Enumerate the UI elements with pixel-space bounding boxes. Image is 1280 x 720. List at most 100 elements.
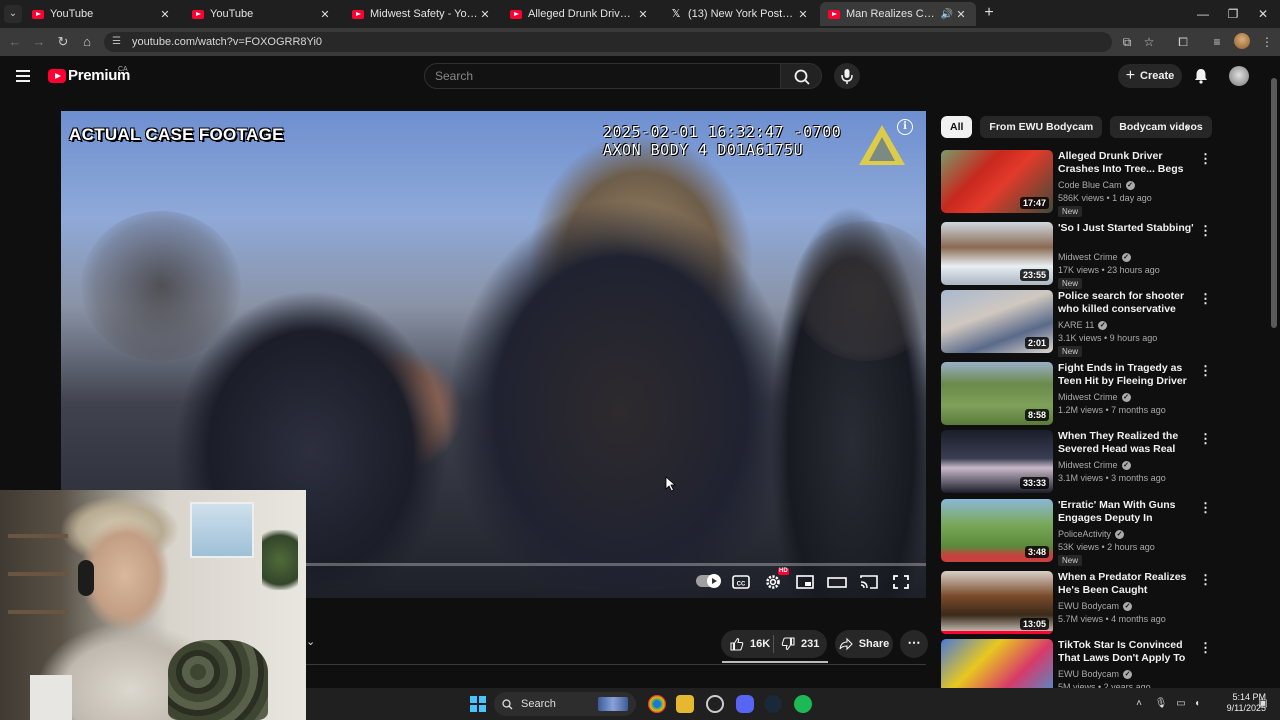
minimize-icon[interactable]: — <box>1188 4 1218 24</box>
more-options-icon[interactable]: ⋮ <box>1199 224 1212 238</box>
channel-name[interactable]: Midwest Crime ✓ <box>1058 460 1131 470</box>
scrollbar-thumb[interactable] <box>1271 78 1277 328</box>
address-bar[interactable]: ☰ youtube.com/watch?v=FOXOGRR8Yi0 <box>104 32 1112 52</box>
search-button[interactable] <box>780 63 822 89</box>
channel-name[interactable]: EWU Bodycam ✓ <box>1058 669 1133 679</box>
browser-menu-icon[interactable]: ⋮ <box>1258 33 1276 51</box>
theater-mode-icon[interactable] <box>827 573 847 591</box>
youtube-logo-icon[interactable] <box>48 69 66 83</box>
voice-search-button[interactable] <box>834 63 860 89</box>
spotify-taskbar-icon[interactable] <box>794 695 812 713</box>
video-thumbnail[interactable]: 33:33 <box>941 430 1053 493</box>
related-video-item[interactable]: 8:58 Fight Ends in Tragedy as Teen Hit by… <box>941 362 1221 426</box>
video-thumbnail[interactable]: 3:48 <box>941 499 1053 562</box>
new-tab-button[interactable]: + <box>980 4 998 22</box>
video-title[interactable]: 'So I Just Started Stabbing' <box>1058 222 1194 235</box>
windows-start-icon[interactable] <box>470 696 486 712</box>
channel-name[interactable]: Midwest Crime ✓ <box>1058 252 1131 262</box>
create-button[interactable]: + Create <box>1118 64 1182 88</box>
bookmark-star-icon[interactable]: ☆ <box>1140 33 1158 51</box>
media-controls-icon[interactable]: ≡ <box>1208 33 1226 51</box>
tab-close-icon[interactable]: ✕ <box>636 8 650 21</box>
notification-center-icon[interactable]: ▣ <box>1256 697 1270 711</box>
more-options-icon[interactable]: ⋮ <box>1199 432 1212 446</box>
related-video-item[interactable]: 2:01 Police search for shooter who killed… <box>941 290 1221 357</box>
taskbar-search-box[interactable]: Search <box>494 692 636 716</box>
autoplay-toggle[interactable] <box>696 574 721 588</box>
video-thumbnail[interactable]: 23:55 <box>941 222 1053 285</box>
channel-name[interactable]: Midwest Crime ✓ <box>1058 392 1131 402</box>
like-button[interactable]: 16K <box>721 637 773 651</box>
browser-tab[interactable]: YouTube ✕ <box>184 2 340 26</box>
more-options-icon[interactable]: ⋮ <box>1199 573 1212 587</box>
home-icon[interactable]: ⌂ <box>78 33 96 51</box>
tab-audio-icon[interactable]: 🔊 <box>940 9 954 20</box>
chevron-down-icon[interactable]: ⌄ <box>306 636 318 648</box>
more-options-icon[interactable]: ⋮ <box>1199 292 1212 306</box>
video-title[interactable]: TikTok Star Is Convinced That Laws Don't… <box>1058 639 1194 666</box>
browser-tab[interactable]: YouTube ✕ <box>24 2 180 26</box>
microphone-tray-icon[interactable]: 🎙 <box>1154 697 1168 711</box>
chevron-right-icon[interactable]: › <box>1185 120 1199 134</box>
related-video-item[interactable]: 23:55 'So I Just Started Stabbing' Midwest… <box>941 222 1221 289</box>
video-title[interactable]: When a Predator Realizes He's Been Caugh… <box>1058 571 1194 597</box>
tab-search-button[interactable]: ⌄ <box>4 5 22 23</box>
info-card-icon[interactable]: i <box>897 119 913 135</box>
app-taskbar-icon[interactable] <box>706 695 724 713</box>
file-explorer-taskbar-icon[interactable] <box>676 695 694 713</box>
search-input[interactable]: Search <box>424 63 781 89</box>
extensions-icon[interactable]: ⧠ <box>1174 33 1192 51</box>
channel-name[interactable]: EWU Bodycam ✓ <box>1058 601 1133 611</box>
video-title[interactable]: Police search for shooter who killed con… <box>1058 290 1194 317</box>
back-icon[interactable]: ← <box>6 33 24 51</box>
video-title[interactable]: Alleged Drunk Driver Crashes Into Tree..… <box>1058 150 1194 177</box>
settings-gear-icon[interactable] <box>763 573 783 591</box>
browser-tab[interactable]: Midwest Safety - YouTube✕ <box>344 2 500 26</box>
tab-close-icon[interactable]: ✕ <box>478 8 492 21</box>
dislike-button[interactable]: 231 <box>774 637 819 651</box>
browser-tab[interactable]: Man Realizes Cop Lasso'd H🔊✕ <box>820 2 976 26</box>
chrome-taskbar-icon[interactable] <box>648 695 666 713</box>
related-video-item[interactable]: 17:47 Alleged Drunk Driver Crashes Into T… <box>941 150 1221 217</box>
cast-icon[interactable] <box>859 573 879 591</box>
page-scrollbar[interactable] <box>1270 68 1278 688</box>
video-title[interactable]: 'Erratic' Man With Guns Engages Deputy I… <box>1058 499 1194 526</box>
related-video-item[interactable]: 13:05 When a Predator Realizes He's Been … <box>941 571 1221 635</box>
tab-close-icon[interactable]: ✕ <box>318 8 332 21</box>
more-options-icon[interactable]: ⋮ <box>1199 152 1212 166</box>
video-title[interactable]: Fight Ends in Tragedy as Teen Hit by Fle… <box>1058 362 1194 388</box>
close-window-icon[interactable]: ✕ <box>1248 4 1278 24</box>
restore-icon[interactable]: ❐ <box>1218 4 1248 24</box>
video-thumbnail[interactable]: 13:05 <box>941 571 1053 634</box>
discord-taskbar-icon[interactable] <box>736 695 754 713</box>
miniplayer-icon[interactable] <box>795 573 815 591</box>
more-actions-button[interactable]: ⋯ <box>900 630 928 658</box>
fullscreen-icon[interactable] <box>891 573 911 591</box>
browser-tab[interactable]: 𝕏 (13) New York Post on X: "Gun✕ <box>662 2 818 26</box>
install-app-icon[interactable]: ⧉ <box>1118 33 1136 51</box>
network-tray-icon[interactable]: ▭ <box>1174 697 1188 711</box>
tab-close-icon[interactable]: ✕ <box>796 8 810 21</box>
video-title[interactable]: When They Realized the Severed Head was … <box>1058 430 1194 456</box>
related-video-item[interactable]: 33:33 When They Realized the Severed Head… <box>941 430 1221 494</box>
forward-icon[interactable]: → <box>30 33 48 51</box>
video-thumbnail[interactable]: 17:47 <box>941 150 1053 213</box>
notifications-bell-icon[interactable] <box>1192 67 1210 85</box>
steam-taskbar-icon[interactable] <box>764 695 782 713</box>
account-avatar[interactable] <box>1229 66 1249 86</box>
tab-close-icon[interactable]: ✕ <box>158 8 172 21</box>
more-options-icon[interactable]: ⋮ <box>1199 501 1212 515</box>
more-options-icon[interactable]: ⋮ <box>1199 364 1212 378</box>
tray-overflow-icon[interactable]: ˄ <box>1132 697 1146 711</box>
subtitles-cc-icon[interactable]: CC <box>731 573 751 591</box>
filter-chip[interactable]: All <box>941 116 973 138</box>
more-options-icon[interactable]: ⋮ <box>1199 641 1212 655</box>
browser-profile-avatar[interactable] <box>1234 33 1250 49</box>
filter-chip[interactable]: From EWU Bodycam <box>980 116 1103 138</box>
browser-tab[interactable]: Alleged Drunk Driver Crashes In✕ <box>502 2 658 26</box>
site-info-icon[interactable]: ☰ <box>112 36 124 48</box>
video-thumbnail[interactable]: 8:58 <box>941 362 1053 425</box>
guide-menu-icon[interactable] <box>16 70 30 82</box>
tab-close-icon[interactable]: ✕ <box>954 8 968 21</box>
reload-icon[interactable]: ↻ <box>54 33 72 51</box>
